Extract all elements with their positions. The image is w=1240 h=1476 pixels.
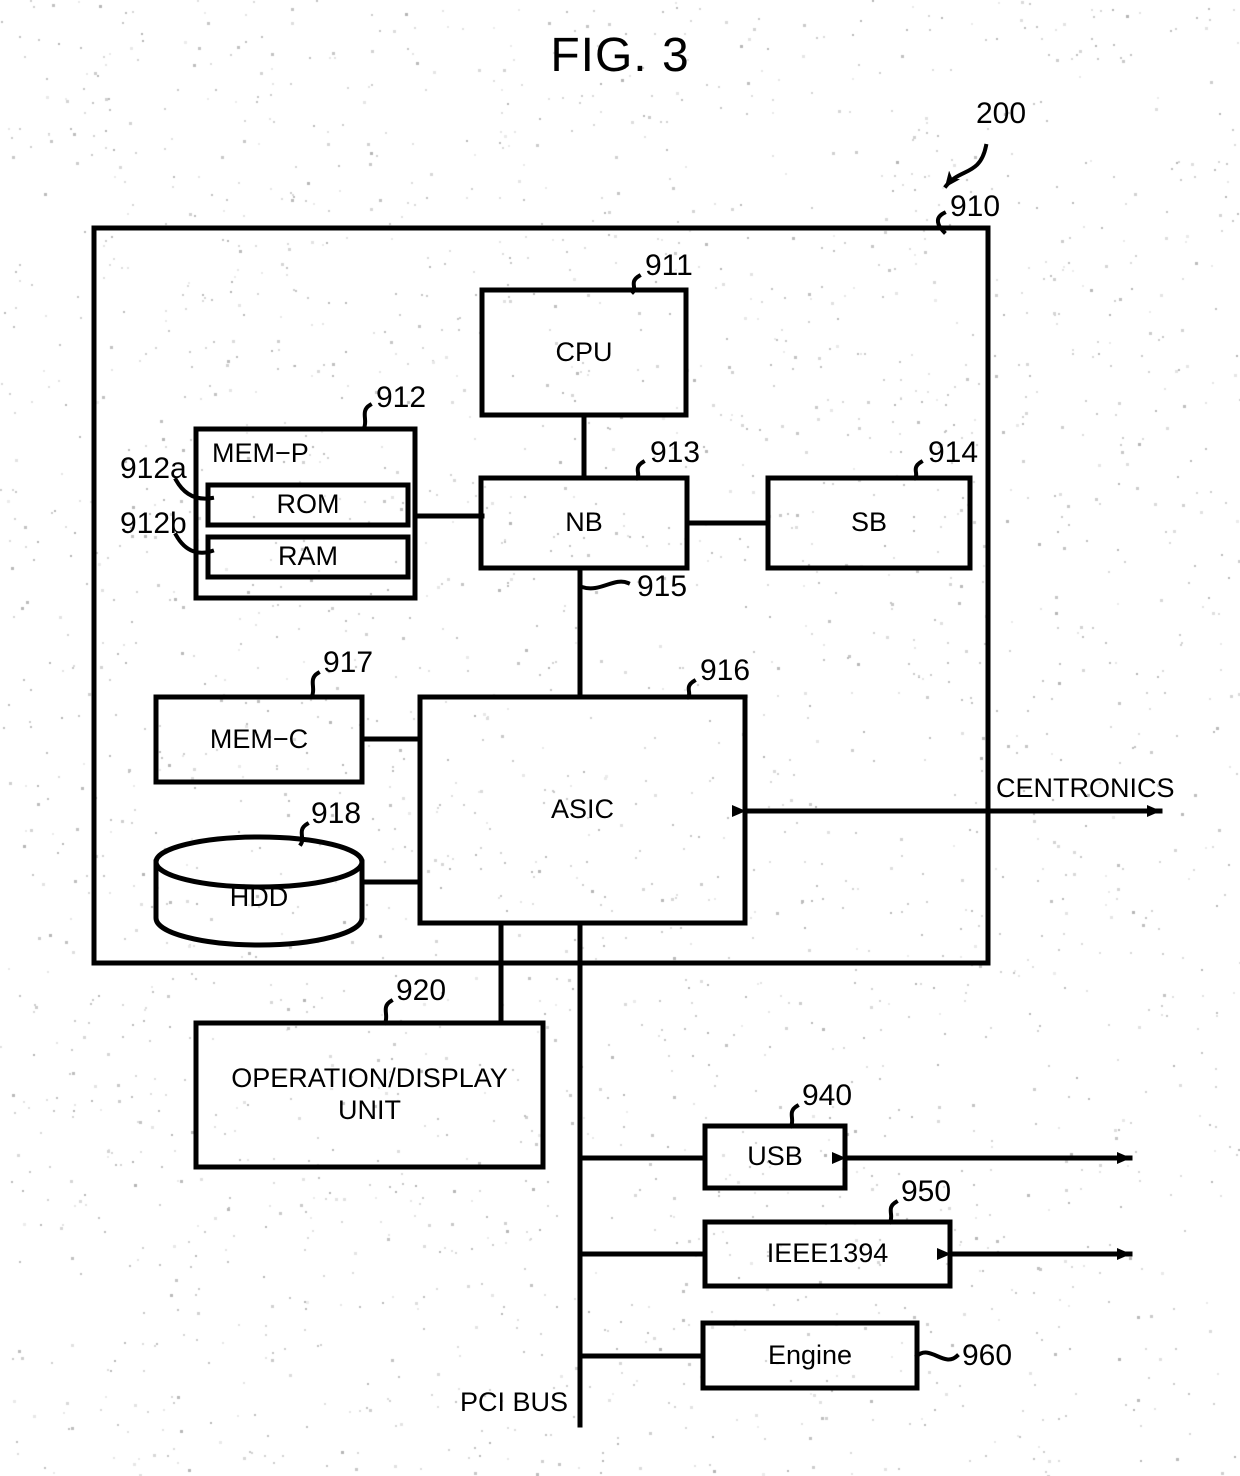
lead-950 (887, 1199, 899, 1225)
cpu-label: CPU (555, 336, 613, 367)
sb-label: SB (850, 507, 888, 538)
centronics-label: CENTRONICS (996, 773, 1175, 803)
ref-950: 950 (901, 1175, 952, 1208)
ref-912: 912 (376, 381, 427, 414)
lead-917 (309, 670, 321, 699)
ref-200: 200 (976, 97, 1027, 130)
patent-figure: FIG. 3 200 910 911 912 912a 912b 913 914… (0, 0, 1240, 1476)
hdd-label: HDD (229, 881, 289, 912)
asic-label: ASIC (550, 794, 615, 825)
rom-label: ROM (276, 489, 340, 520)
ref-910: 910 (950, 190, 1001, 223)
lead-940 (788, 1103, 800, 1129)
lead-915 (579, 579, 631, 591)
ref-912a: 912a (120, 452, 187, 485)
ieee1394-label: IEEE1394 (766, 1238, 889, 1269)
lead-200 (943, 143, 989, 189)
ref-913: 913 (650, 436, 701, 469)
ref-920: 920 (396, 974, 447, 1007)
mem-c-label: MEM−C (209, 723, 309, 754)
ref-940: 940 (802, 1079, 853, 1112)
lead-960 (914, 1350, 960, 1362)
lead-920 (382, 998, 394, 1026)
ref-918: 918 (311, 797, 362, 830)
usb-label: USB (747, 1141, 803, 1172)
ref-915: 915 (637, 570, 688, 603)
engine-label: Engine (767, 1339, 853, 1370)
nb-label: NB (565, 507, 603, 538)
ram-label: RAM (278, 541, 338, 572)
ref-917: 917 (323, 646, 374, 679)
ref-960: 960 (962, 1339, 1013, 1372)
ref-914: 914 (928, 436, 979, 469)
lead-912 (361, 402, 373, 431)
mem-p-label: MEM−P (212, 438, 309, 468)
pci-bus-label: PCI BUS (460, 1387, 569, 1417)
ref-916: 916 (700, 654, 751, 687)
ref-911: 911 (645, 249, 693, 282)
ref-912b: 912b (120, 507, 187, 540)
operation-display-unit-label: OPERATION/DISPLAY UNIT (231, 1063, 508, 1125)
